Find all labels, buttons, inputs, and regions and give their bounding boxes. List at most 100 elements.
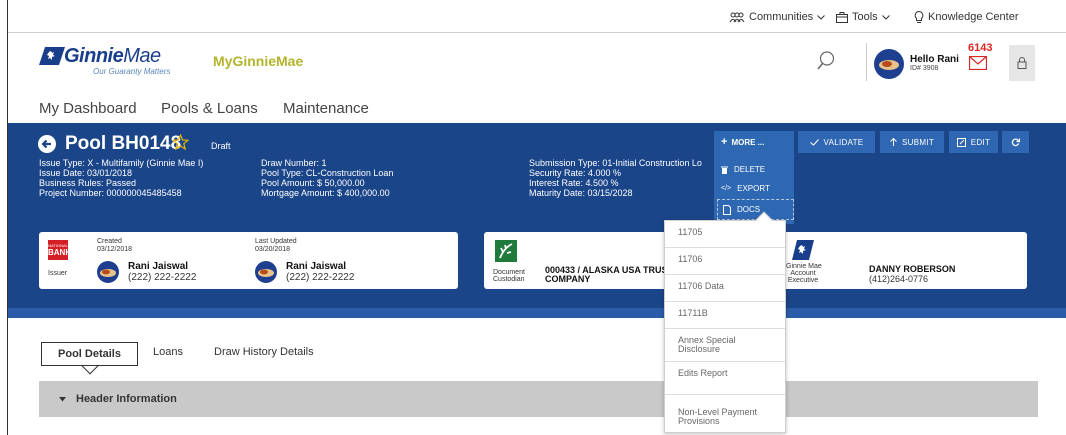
header-information-label: Header Information [76,393,177,405]
doc-item-11711b[interactable]: 11711B [665,302,785,329]
issuer-card: NATIONAL BANK Issuer Created 03/12/2018 … [39,232,458,289]
chevron-down-icon [817,14,826,20]
favorite-button[interactable] [171,133,190,155]
edit-icon [956,137,966,147]
executive-name: DANNY ROBERSON [869,264,956,274]
created-label: Created [97,238,122,245]
pool-header: Pool BH0148 Draft Issue Type: X - Multif… [8,123,1066,224]
logo-word-light: Mae [123,45,161,67]
issuer-logo-line2: BANK [48,248,72,257]
contacts-band: NATIONAL BANK Issuer Created 03/12/2018 … [8,219,1066,318]
executive-label-line3: Executive [787,277,819,284]
logo-word-bold: Ginnie [64,45,124,67]
pool-type: Pool Type: CL-Construction Loan [261,168,394,178]
user-avatar[interactable] [874,49,904,79]
communities-menu[interactable]: Communities [729,11,826,23]
doc-item-11706[interactable]: 11706 [665,248,785,275]
search-button[interactable] [817,51,835,76]
refresh-icon [1011,138,1020,146]
knowledge-center-label: Knowledge Center [928,11,1019,23]
ginnie-mae-logo[interactable]: GinnieMae Our Guaranty Matters [39,45,179,81]
mortgage-amount: Mortgage Amount: $ 400,000.00 [261,188,390,198]
doc-item-non-level-payment-provisions[interactable]: Non-Level Payment Provisions [665,395,785,433]
validate-label: VALIDATE [823,137,864,147]
doc-item-label: 11706 [678,254,703,264]
delete-label: DELETE [734,165,766,174]
created-date: 03/12/2018 [97,246,133,253]
tools-menu[interactable]: Tools [836,11,890,23]
trash-icon [721,166,728,174]
lightbulb-icon [914,11,924,23]
delete-menu-item[interactable]: DELETE [721,165,765,174]
mail-icon [968,55,988,71]
edit-label: EDIT [970,137,991,147]
notification-count: 6143 [968,42,993,54]
logo-wordmark: GinnieMae [64,45,161,68]
tools-icon [836,11,848,23]
lock-button[interactable] [1009,45,1035,81]
project-number: Project Number: 000000045485458 [39,188,182,198]
user-greeting[interactable]: Hello Rani [910,54,959,65]
docs-menu-item[interactable]: DOCS [717,199,794,220]
avatar-photo-icon [258,269,274,277]
custodian-logo [495,240,517,262]
submit-label: SUBMIT [901,137,935,147]
doc-item-edits-report[interactable]: Edits Report [665,362,785,395]
doc-item-11706-data[interactable]: 11706 Data [665,275,785,302]
tab-pool-details[interactable]: Pool Details [41,342,138,366]
issuer-bank-logo: NATIONAL BANK [48,240,72,260]
avatar-photo-icon [100,269,116,277]
draw-number: Draw Number: 1 [261,158,327,168]
validate-button[interactable]: VALIDATE [798,131,875,153]
back-button[interactable] [38,135,56,153]
messages-button[interactable] [968,55,988,75]
nav-maintenance[interactable]: Maintenance [283,100,369,117]
updated-by-name: Rani Jaiswal [286,261,347,272]
edit-button[interactable]: EDIT [949,131,998,153]
executive-logo [792,240,814,260]
nav-pools-loans[interactable]: Pools & Loans [161,100,258,117]
document-icon [723,204,731,215]
pool-details-col-2: Draw Number: 1 Pool Type: CL-Constructio… [261,158,393,198]
tab-loans[interactable]: Loans [153,346,183,358]
submission-type: Submission Type: 01-Initial Construction… [529,158,702,168]
custodian-label-line2: Custodian [493,276,525,283]
plus-icon: + [721,136,728,148]
knowledge-center-link[interactable]: Knowledge Center [914,11,1019,23]
security-rate: Security Rate: 4.000 % [529,168,622,178]
user-id: ID# 3908 [910,65,939,72]
maturity-date: Maturity Date: 03/15/2028 [529,188,633,198]
business-rules: Business Rules: Passed [39,178,137,188]
tools-label: Tools [852,11,878,23]
arrow-left-icon [41,139,51,149]
updated-by-avatar [255,261,277,283]
lock-icon [1017,57,1027,69]
tab-draw-history-details[interactable]: Draw History Details [214,346,314,358]
main-nav: My Dashboard Pools & Loans Maintenance [8,91,1066,123]
export-menu-item[interactable]: </> EXPORT [721,184,770,193]
upload-icon [890,138,897,146]
brand-header: GinnieMae Our Guaranty Matters MyGinnieM… [8,33,1066,91]
logo-mark-icon [792,240,814,260]
detail-tabs: Pool Details Loans Draw History Details [8,342,1066,375]
logo-tagline: Our Guaranty Matters [93,67,171,76]
submit-button[interactable]: SUBMIT [880,131,944,153]
nav-my-dashboard[interactable]: My Dashboard [39,100,137,117]
more-button[interactable]: + MORE ... [714,131,794,153]
doc-item-annex-special-disclosure[interactable]: Annex Special Disclosure [665,329,785,362]
communities-icon [729,12,745,22]
doc-item-label-line2: Disclosure [678,344,721,354]
header-information-section[interactable]: Header Information [39,381,1038,417]
issuer-label: Issuer [48,270,68,277]
refresh-button[interactable] [1002,131,1029,153]
doc-item-label: 11705 [678,227,703,237]
created-by-avatar [97,261,119,283]
doc-item-label-line2: Provisions [678,416,720,426]
avatar-photo-icon [879,60,899,70]
search-icon [817,51,835,70]
pool-status: Draft [211,141,231,151]
last-updated-date: 03/20/2018 [255,246,291,253]
interest-rate: Interest Rate: 4.500 % [529,178,619,188]
app-name: MyGinnieMae [213,53,304,69]
check-icon [809,138,819,146]
